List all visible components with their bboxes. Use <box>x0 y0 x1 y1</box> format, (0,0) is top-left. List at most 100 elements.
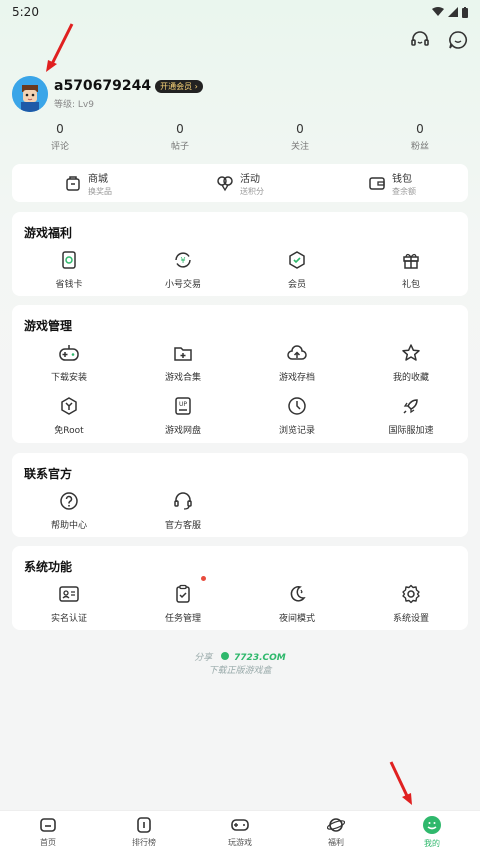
headset-icon <box>171 489 195 513</box>
grid-label: 会员 <box>287 280 306 290</box>
quick-link-sub: 送积分 <box>240 186 264 196</box>
share-tagline: 下载正版游戏盒 <box>208 666 272 676</box>
grid-label: 夜间模式 <box>278 614 315 624</box>
grid-label: 游戏网盘 <box>164 426 201 436</box>
quick-link-sub: 换奖品 <box>88 186 112 196</box>
stat-label: 粉丝 <box>410 142 429 152</box>
nav-ranking[interactable]: 排行榜 <box>96 811 192 853</box>
grid-label: 浏览记录 <box>278 426 315 436</box>
clipboard-icon <box>171 582 195 606</box>
disk-up-icon: UP <box>171 394 195 418</box>
share-brand: 7723.COM <box>234 653 286 663</box>
folder-plus-icon <box>171 341 195 365</box>
home-icon <box>40 818 56 832</box>
grid-label: 国际服加速 <box>388 426 434 436</box>
grid-label: 免Root <box>54 426 84 436</box>
section-title: 游戏福利 <box>24 226 73 240</box>
quick-link-activity[interactable]: 活动 送积分 <box>164 170 316 197</box>
cloud-upload-icon <box>285 341 309 365</box>
grid-label: 省钱卡 <box>55 280 83 290</box>
stat-following[interactable]: 0 关注 <box>240 122 360 152</box>
stat-comments[interactable]: 0 评论 <box>0 122 120 152</box>
manage-download-install[interactable]: 下载安装 <box>12 341 126 383</box>
me-icon <box>423 816 441 834</box>
grid-label: 下载安装 <box>50 373 87 383</box>
quick-link-title: 商城 <box>88 173 108 185</box>
clock-icon <box>285 394 309 418</box>
nav-label: 排行榜 <box>132 838 156 847</box>
grid-label: 帮助中心 <box>50 521 87 531</box>
system-settings[interactable]: 系统设置 <box>354 582 468 624</box>
balloon-icon <box>217 176 233 192</box>
grid-label: 实名认证 <box>50 614 87 624</box>
benefit-vip[interactable]: 会员 <box>240 248 354 290</box>
gift-icon <box>399 248 423 272</box>
manage-favorites[interactable]: 我的收藏 <box>354 341 468 383</box>
svg-text:UP: UP <box>179 401 187 408</box>
annotation-arrow-profile <box>46 23 74 72</box>
system-night-mode[interactable]: 夜间模式 <box>240 582 354 624</box>
stat-label: 评论 <box>50 142 69 152</box>
message-icon[interactable] <box>446 28 470 52</box>
manage-history[interactable]: 浏览记录 <box>240 394 354 436</box>
manage-game-collection[interactable]: 游戏合集 <box>126 341 240 383</box>
manage-cloud-disk[interactable]: UP 游戏网盘 <box>126 394 240 436</box>
stat-posts[interactable]: 0 帖子 <box>120 122 240 152</box>
nav-label: 福利 <box>328 838 344 847</box>
game-benefits-card: 游戏福利 省钱卡 ¥ 小号交易 会员 礼包 <box>12 212 468 296</box>
gamepad-icon <box>57 341 81 365</box>
grid-label: 小号交易 <box>164 280 201 290</box>
username: a570679244 <box>54 78 152 94</box>
customer-service-icon[interactable] <box>408 28 432 52</box>
benefit-account-trade[interactable]: ¥ 小号交易 <box>126 248 240 290</box>
stat-label: 关注 <box>290 142 309 152</box>
id-card-icon <box>57 582 81 606</box>
stat-value: 0 <box>176 122 184 136</box>
nav-me[interactable]: 我的 <box>384 811 480 853</box>
moon-icon <box>285 582 309 606</box>
status-time: 5:20 <box>12 5 39 19</box>
quick-link-wallet[interactable]: 钱包 查余额 <box>316 170 468 197</box>
user-level: 等级: Lv9 <box>54 100 94 110</box>
benefit-gift[interactable]: 礼包 <box>354 248 468 290</box>
yen-exchange-icon: ¥ <box>171 248 195 272</box>
battery-icon <box>462 6 468 18</box>
ranking-icon <box>137 817 151 833</box>
planet-icon <box>327 818 345 832</box>
nav-play-games[interactable]: 玩游戏 <box>192 811 288 853</box>
section-title: 游戏管理 <box>24 319 73 333</box>
vip-badge[interactable]: 开通会员 › <box>155 79 203 93</box>
shop-icon <box>66 176 80 191</box>
manage-no-root[interactable]: 免Root <box>12 394 126 436</box>
game-management-card: 游戏管理 下载安装 游戏合集 游戏存档 我的收藏 免Root UP 游戏网盘 浏… <box>12 305 468 443</box>
system-real-name-auth[interactable]: 实名认证 <box>12 582 126 624</box>
manage-game-save[interactable]: 游戏存档 <box>240 341 354 383</box>
system-functions-card: 系统功能 实名认证 任务管理 夜间模式 系统设置 <box>12 546 468 630</box>
grid-label: 礼包 <box>401 280 420 290</box>
gamepad-nav-icon <box>231 819 249 831</box>
nav-home[interactable]: 首页 <box>0 811 96 853</box>
quick-link-shop[interactable]: 商城 换奖品 <box>12 170 164 197</box>
quick-link-sub: 查余额 <box>392 186 416 196</box>
nav-label: 首页 <box>40 838 56 847</box>
share-footer: 分享 7723.COM 下载正版游戏盒 <box>0 652 480 678</box>
contact-official-service[interactable]: 官方客服 <box>126 489 240 531</box>
wallet-icon <box>369 177 385 190</box>
avatar[interactable] <box>12 76 48 112</box>
benefit-saving-card[interactable]: 省钱卡 <box>12 248 126 290</box>
help-icon <box>57 489 81 513</box>
profile-text: a570679244 开通会员 › 等级: Lv9 <box>54 78 203 110</box>
contact-official-card: 联系官方 帮助中心 官方客服 <box>12 453 468 537</box>
signal-icon <box>448 7 458 17</box>
status-icons <box>432 6 468 18</box>
section-title: 联系官方 <box>24 467 73 481</box>
manage-intl-accelerator[interactable]: 国际服加速 <box>354 394 468 436</box>
grid-label: 系统设置 <box>392 614 429 624</box>
nav-welfare[interactable]: 福利 <box>288 811 384 853</box>
profile-header[interactable]: a570679244 开通会员 › 等级: Lv9 <box>12 76 203 112</box>
system-task-manager[interactable]: 任务管理 <box>126 576 240 624</box>
gear-icon <box>399 582 423 606</box>
stat-fans[interactable]: 0 粉丝 <box>360 122 480 152</box>
grid-label: 官方客服 <box>164 521 201 531</box>
contact-help-center[interactable]: 帮助中心 <box>12 489 126 531</box>
